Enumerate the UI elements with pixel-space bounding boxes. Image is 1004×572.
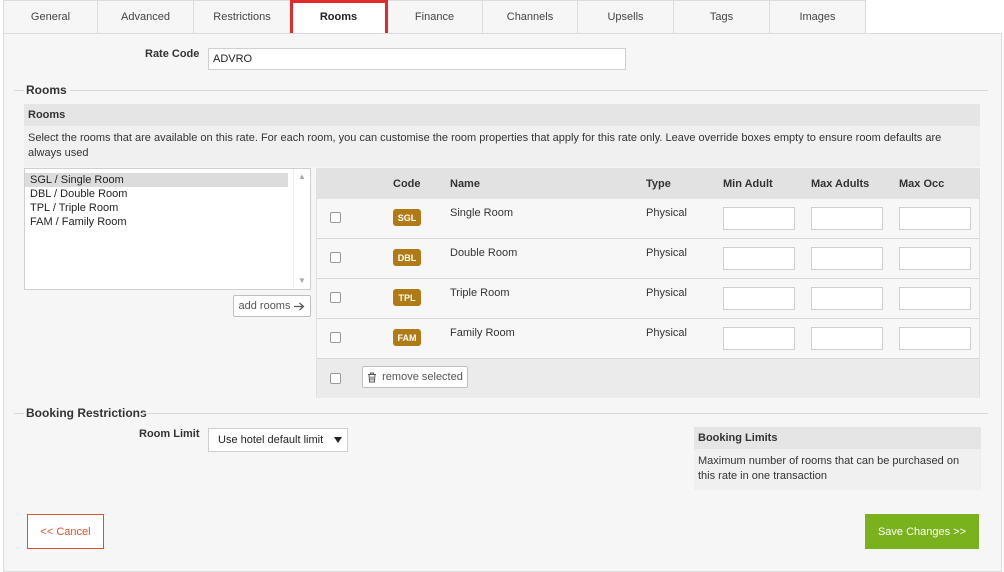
- section-divider: [14, 90, 24, 91]
- room-name: Double Room: [450, 247, 518, 259]
- room-type: Physical: [646, 247, 687, 259]
- column-header-code: Code: [393, 178, 421, 190]
- column-header-max-adults: Max Adults: [811, 178, 870, 190]
- list-item[interactable]: DBL / Double Room: [25, 187, 310, 201]
- list-item[interactable]: TPL / Triple Room: [25, 201, 310, 215]
- cancel-button[interactable]: << Cancel: [27, 514, 104, 549]
- table-footer: remove selected: [317, 359, 979, 398]
- tab-general[interactable]: General: [3, 0, 98, 34]
- room-type: Physical: [646, 207, 687, 219]
- min-adult-input[interactable]: [723, 207, 795, 230]
- column-header-type: Type: [646, 178, 671, 190]
- tab-images[interactable]: Images: [770, 0, 866, 34]
- rooms-info-box: Rooms Select the rooms that are availabl…: [24, 104, 980, 167]
- save-changes-button[interactable]: Save Changes >>: [865, 514, 979, 549]
- tab-rooms[interactable]: Rooms: [290, 0, 388, 38]
- room-code-badge: FAM: [393, 329, 421, 346]
- save-label: Save Changes >>: [877, 525, 967, 538]
- table-row: TPL Triple Room Physical: [317, 279, 979, 319]
- room-code-badge: DBL: [393, 249, 421, 266]
- tab-label: Finance: [414, 11, 455, 23]
- scroll-up-icon[interactable]: ▲: [298, 172, 306, 181]
- section-divider: [70, 90, 988, 91]
- room-type: Physical: [646, 327, 687, 339]
- remove-selected-label: remove selected: [382, 371, 463, 383]
- scroll-down-icon[interactable]: ▼: [298, 276, 306, 285]
- row-checkbox[interactable]: [330, 252, 341, 263]
- room-code-badge: TPL: [393, 289, 421, 306]
- rooms-info-title: Rooms: [24, 104, 980, 126]
- tab-restrictions[interactable]: Restrictions: [194, 0, 291, 34]
- section-divider: [14, 413, 24, 414]
- table-row: SGL Single Room Physical: [317, 199, 979, 239]
- rate-code-label: Rate Code: [145, 48, 200, 60]
- column-header-max-occ: Max Occ: [899, 178, 945, 190]
- room-type: Physical: [646, 287, 687, 299]
- rooms-table: Code Name Type Min Adult Max Adults Max …: [316, 168, 980, 398]
- max-adults-input[interactable]: [811, 247, 883, 270]
- row-checkbox[interactable]: [330, 292, 341, 303]
- booking-restrictions-heading: Booking Restrictions: [26, 406, 147, 420]
- tab-finance[interactable]: Finance: [387, 0, 483, 34]
- arrow-right-icon: [294, 302, 305, 310]
- add-rooms-button[interactable]: add rooms: [233, 295, 311, 317]
- row-checkbox[interactable]: [330, 332, 341, 343]
- max-occ-input[interactable]: [899, 327, 971, 350]
- select-all-checkbox[interactable]: [330, 373, 341, 384]
- tab-label: Tags: [709, 11, 734, 23]
- room-code-badge: SGL: [393, 209, 421, 226]
- trash-icon: [368, 372, 377, 382]
- column-header-min-adult: Min Adult: [723, 178, 773, 190]
- cancel-label: << Cancel: [40, 525, 91, 538]
- tab-bar: General Advanced Restrictions Rooms Fina…: [3, 0, 866, 38]
- table-row: DBL Double Room Physical: [317, 239, 979, 279]
- tab-label: Channels: [506, 11, 554, 23]
- rooms-info-text: Select the rooms that are available on t…: [24, 126, 980, 167]
- room-name: Single Room: [450, 207, 513, 219]
- list-item[interactable]: FAM / Family Room: [25, 215, 310, 229]
- max-occ-input[interactable]: [899, 247, 971, 270]
- list-scrollbar[interactable]: ▲ ▼: [293, 169, 310, 289]
- remove-selected-button[interactable]: remove selected: [362, 366, 468, 388]
- column-header-name: Name: [450, 178, 480, 190]
- min-adult-input[interactable]: [723, 287, 795, 310]
- table-header: Code Name Type Min Adult Max Adults Max …: [317, 169, 979, 199]
- table-row: FAM Family Room Physical: [317, 319, 979, 359]
- booking-limits-info-text: Maximum number of rooms that can be purc…: [694, 449, 981, 490]
- tab-label: Images: [799, 11, 836, 23]
- max-occ-input[interactable]: [899, 207, 971, 230]
- booking-limits-info-box: Booking Limits Maximum number of rooms t…: [694, 427, 981, 490]
- room-limit-value: Use hotel default limit: [218, 434, 324, 446]
- tab-label: Advanced: [121, 11, 170, 23]
- max-adults-input[interactable]: [811, 287, 883, 310]
- min-adult-input[interactable]: [723, 247, 795, 270]
- row-checkbox[interactable]: [330, 212, 341, 223]
- tab-label: General: [30, 11, 71, 23]
- list-item[interactable]: SGL / Single Room: [25, 173, 288, 187]
- add-rooms-label: add rooms: [238, 300, 291, 312]
- max-occ-input[interactable]: [899, 287, 971, 310]
- available-rooms-list[interactable]: SGL / Single Room DBL / Double Room TPL …: [24, 168, 311, 290]
- room-limit-label: Room Limit: [139, 428, 200, 440]
- tab-channels[interactable]: Channels: [483, 0, 578, 34]
- room-name: Family Room: [450, 327, 515, 339]
- max-adults-input[interactable]: [811, 207, 883, 230]
- tab-upsells[interactable]: Upsells: [578, 0, 674, 34]
- room-limit-select[interactable]: Use hotel default limit: [208, 428, 348, 452]
- min-adult-input[interactable]: [723, 327, 795, 350]
- tab-label: Rooms: [319, 11, 358, 23]
- rate-code-input[interactable]: [208, 48, 626, 70]
- tab-label: Upsells: [607, 11, 644, 23]
- max-adults-input[interactable]: [811, 327, 883, 350]
- tab-label: Restrictions: [213, 11, 271, 23]
- tab-tags[interactable]: Tags: [674, 0, 770, 34]
- section-divider: [141, 413, 988, 414]
- rooms-section-heading: Rooms: [26, 83, 67, 97]
- tab-advanced[interactable]: Advanced: [98, 0, 194, 34]
- booking-limits-info-title: Booking Limits: [694, 427, 981, 449]
- room-name: Triple Room: [450, 287, 510, 299]
- chevron-down-icon: [334, 437, 342, 443]
